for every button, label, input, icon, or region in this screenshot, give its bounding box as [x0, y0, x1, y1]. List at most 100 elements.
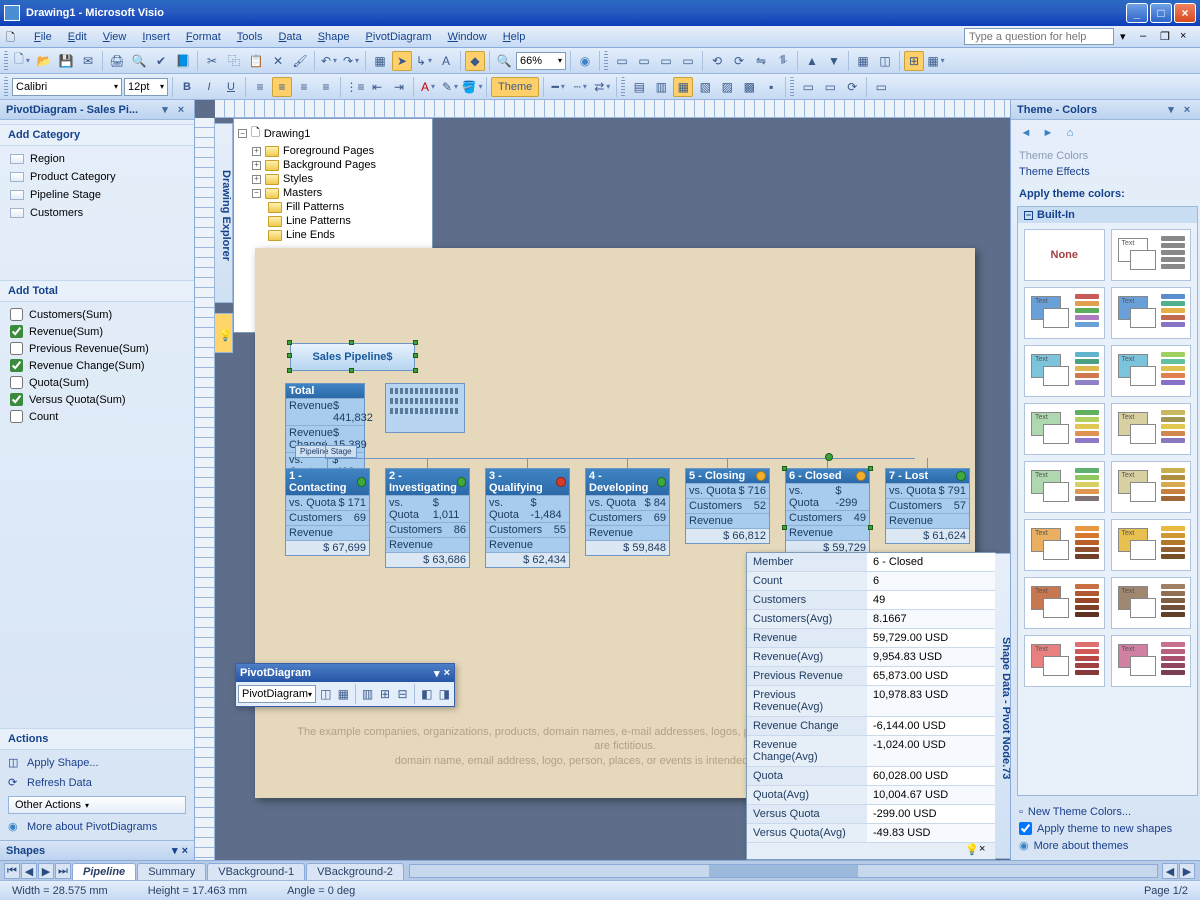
underline-button[interactable]: U [221, 77, 241, 97]
autoconnect-button[interactable]: ⊞ [904, 51, 924, 71]
menu-data[interactable]: Data [270, 29, 309, 45]
paste-button[interactable]: 📋 [246, 51, 266, 71]
pointer-tool-button[interactable]: ➤ [392, 51, 412, 71]
theme-swatch[interactable]: Text [1111, 229, 1192, 281]
total-checkbox[interactable] [10, 393, 23, 406]
theme-swatch[interactable]: Text [1024, 577, 1105, 629]
stage-node[interactable]: 5 - Closing vs. Quota$ 716Customers52 Re… [685, 468, 770, 544]
rotate-right-button[interactable]: ⟳ [729, 51, 749, 71]
mdi-close[interactable]: × [1180, 30, 1194, 44]
font-name-combo[interactable]: Calibri▾ [12, 78, 122, 96]
help-button[interactable]: ◉ [575, 51, 595, 71]
mdi-restore[interactable]: ❐ [1160, 30, 1174, 44]
shape-data-close[interactable]: × [979, 843, 993, 857]
align-center-button[interactable]: ≡ [272, 77, 292, 97]
shape-data-tab[interactable]: Shape Data - Pivot Node.73 [995, 553, 1010, 859]
first-page-button[interactable]: ⏮ [4, 863, 20, 879]
link-data-button[interactable]: ▭ [798, 77, 818, 97]
italic-button[interactable]: I [199, 77, 219, 97]
menu-file[interactable]: File [26, 29, 60, 45]
more-about-link[interactable]: ◉More about PivotDiagrams [8, 820, 186, 834]
shapes-dropdown-icon[interactable]: ▾ [172, 844, 178, 857]
tree-item[interactable]: +Styles [238, 172, 428, 186]
help-search-input[interactable] [964, 28, 1114, 45]
tree-item[interactable]: Fill Patterns [238, 200, 428, 214]
align-right-button[interactable]: ≡ [294, 77, 314, 97]
line-ends-button[interactable]: ⇄ [592, 77, 612, 97]
cut-button[interactable]: ✂ [202, 51, 222, 71]
line-color-button[interactable]: ✎ [440, 77, 460, 97]
help-dropdown-icon[interactable]: ▾ [1120, 30, 1134, 44]
bring-front-button[interactable]: ▲ [802, 51, 822, 71]
next-page-button[interactable]: ▶ [38, 863, 54, 879]
category-item[interactable]: Pipeline Stage [6, 186, 188, 204]
theme-swatch[interactable]: Text [1111, 635, 1192, 687]
print-button[interactable]: 🖨 [107, 51, 127, 71]
theme-fwd-button[interactable]: ► [1039, 124, 1057, 142]
shapes-window-button[interactable]: ▦ [370, 51, 390, 71]
total-checkbox[interactable] [10, 359, 23, 372]
mail-button[interactable]: ✉ [78, 51, 98, 71]
builtin-group-header[interactable]: −Built-In [1018, 207, 1197, 223]
theme-colors-link[interactable]: Theme Colors [1019, 148, 1192, 164]
menu-edit[interactable]: Edit [60, 29, 95, 45]
diagram-title-shape[interactable]: Sales Pipeline$ [290, 343, 415, 371]
theme-back-button[interactable]: ◄ [1017, 124, 1035, 142]
total-checkbox[interactable] [10, 308, 23, 321]
bullets-button[interactable]: ⋮≡ [345, 77, 365, 97]
category-item[interactable]: Region [6, 150, 188, 168]
data7-button[interactable]: ▪ [761, 77, 781, 97]
total-row[interactable]: Count [6, 408, 188, 425]
pd-select[interactable]: PivotDiagram▾ [238, 685, 316, 703]
delete-button[interactable]: ✕ [268, 51, 288, 71]
menu-window[interactable]: Window [440, 29, 495, 45]
stage-node[interactable]: 4 - Developing vs. Quota$ 84Customers69 … [585, 468, 670, 556]
tree-item[interactable]: Line Ends [238, 228, 428, 242]
open-button[interactable]: 📂 [34, 51, 54, 71]
print-preview-button[interactable]: 🔍 [129, 51, 149, 71]
close-button[interactable]: × [1174, 3, 1196, 23]
page-tab[interactable]: VBackground-1 [207, 863, 305, 880]
theme-swatch[interactable]: Text [1111, 519, 1192, 571]
total-row[interactable]: Versus Quota(Sum) [6, 391, 188, 408]
stage-node[interactable]: 1 - Contacting vs. Quota$ 171Customers69… [285, 468, 370, 556]
theme-swatch[interactable]: Text [1111, 403, 1192, 455]
theme-button[interactable]: Theme [491, 77, 539, 97]
total-row[interactable]: Revenue(Sum) [6, 323, 188, 340]
theme-swatch[interactable]: Text [1024, 519, 1105, 571]
save-button[interactable]: 💾 [56, 51, 76, 71]
data6-button[interactable]: ▩ [739, 77, 759, 97]
tree-root[interactable]: −🗋Drawing1 [238, 123, 428, 144]
page-tab[interactable]: Pipeline [72, 863, 136, 880]
format-painter-button[interactable]: 🖌 [290, 51, 310, 71]
data1-button[interactable]: ▤ [629, 77, 649, 97]
pd-btn-5[interactable]: ⊟ [395, 684, 411, 704]
font-size-combo[interactable]: 12pt▾ [124, 78, 168, 96]
pd-btn-4[interactable]: ⊞ [377, 684, 393, 704]
new-button[interactable]: 🗋 [12, 51, 32, 71]
theme-swatch[interactable]: Text [1111, 577, 1192, 629]
align-shapes-button[interactable]: ▭ [612, 51, 632, 71]
distribute-button[interactable]: ▭ [634, 51, 654, 71]
theme-pane-dropdown[interactable]: ▾ [1164, 103, 1178, 117]
bold-button[interactable]: B [177, 77, 197, 97]
total-row[interactable]: Customers(Sum) [6, 306, 188, 323]
connection-point-button[interactable]: ◆ [465, 51, 485, 71]
last-page-button[interactable]: ⏭ [55, 863, 71, 879]
shape-data-lightbulb[interactable]: 💡 [965, 843, 979, 857]
refresh-data-link[interactable]: ⟳Refresh Data [8, 776, 186, 790]
apply-new-shapes-check[interactable]: Apply theme to new shapes [1019, 820, 1192, 837]
drawing-explorer-tab[interactable]: Drawing Explorer [215, 123, 233, 303]
data5-button[interactable]: ▨ [717, 77, 737, 97]
menu-insert[interactable]: Insert [134, 29, 178, 45]
zoom-out-button[interactable]: 🔍 [494, 51, 514, 71]
horizontal-scrollbar[interactable] [409, 864, 1158, 878]
connector-tool-button[interactable]: ↳ [414, 51, 434, 71]
theme-effects-link[interactable]: Theme Effects [1019, 164, 1192, 180]
theme-swatch[interactable]: Text [1024, 345, 1105, 397]
left-pane-dropdown[interactable]: ▾ [158, 103, 172, 117]
minimize-button[interactable]: _ [1126, 3, 1148, 23]
new-theme-link[interactable]: ▫New Theme Colors... [1019, 804, 1192, 820]
redo-button[interactable]: ↷ [341, 51, 361, 71]
pan-zoom-tab[interactable]: 💡× [215, 313, 233, 353]
